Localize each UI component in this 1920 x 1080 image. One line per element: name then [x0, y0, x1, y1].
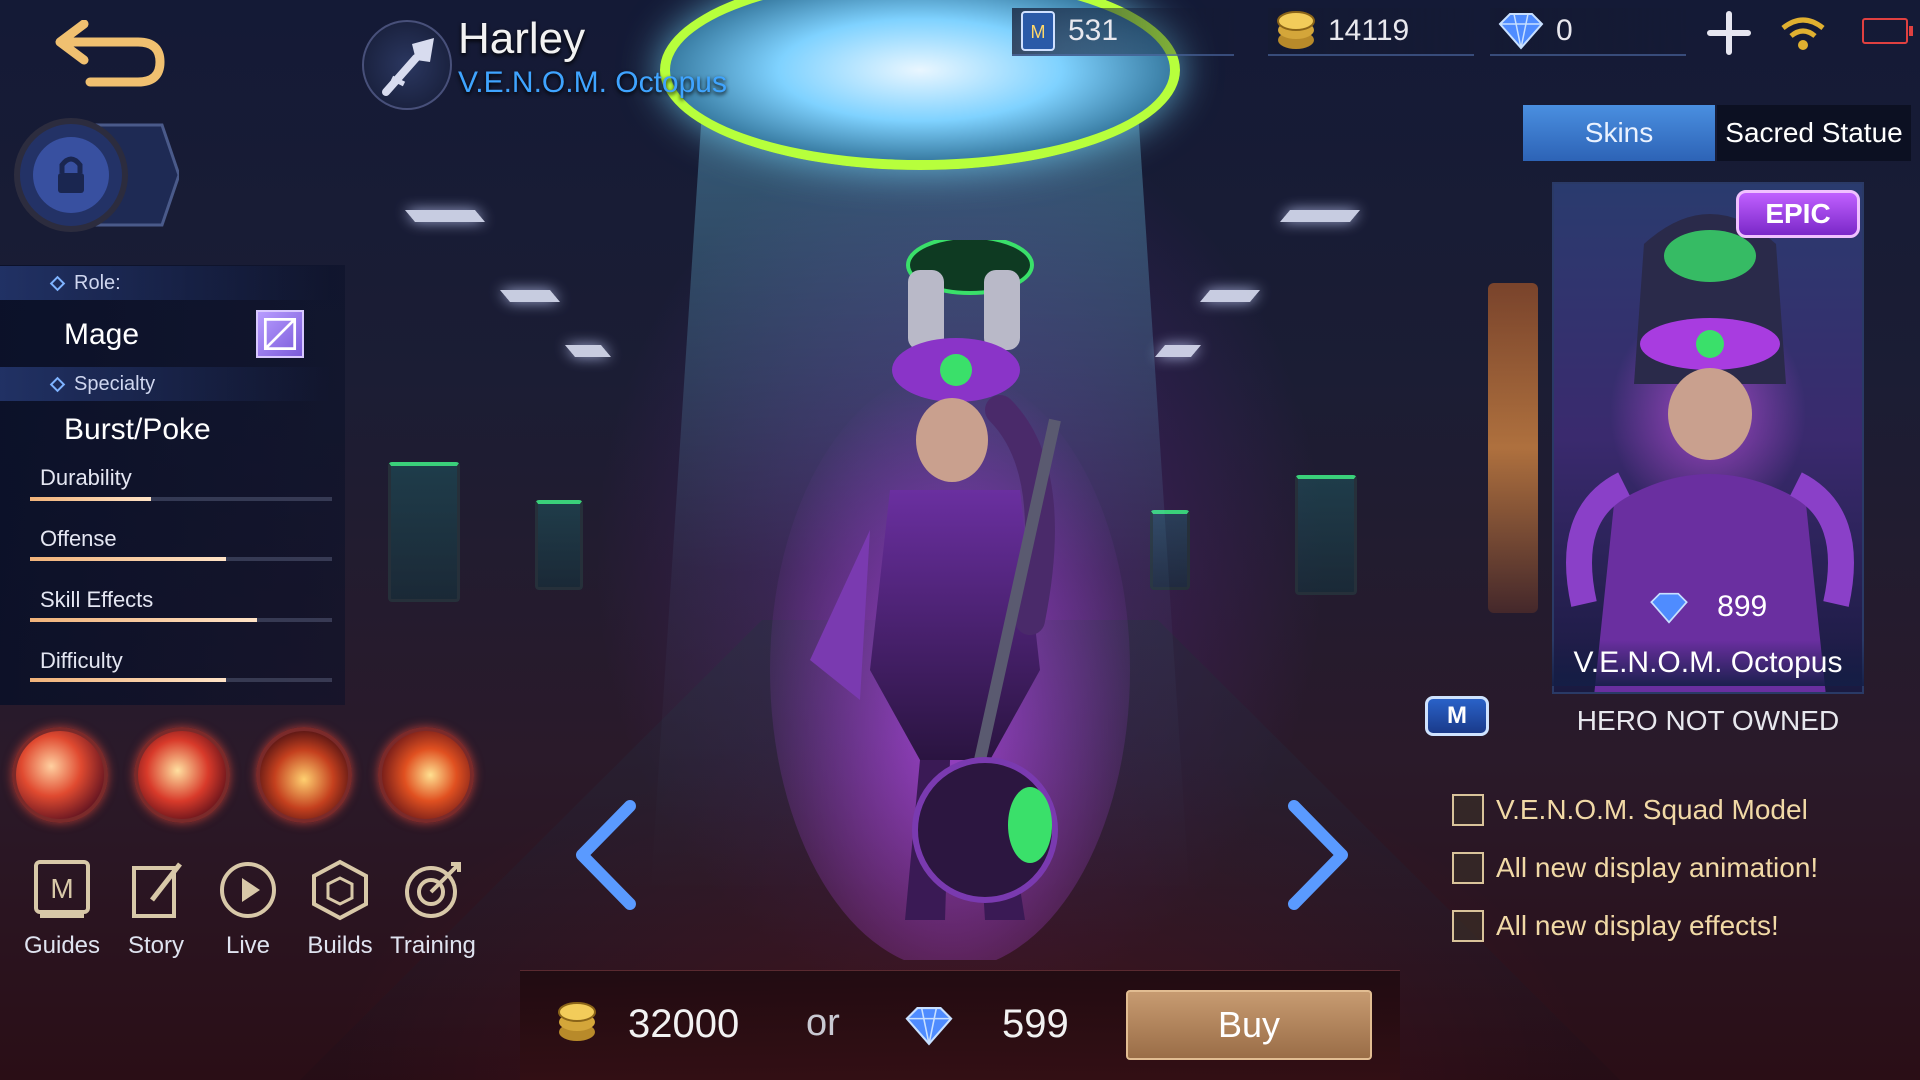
specimen-pod — [535, 500, 583, 590]
skin-card-name: V.E.N.O.M. Octopus — [1552, 640, 1864, 686]
builds-button[interactable]: Builds — [292, 858, 388, 960]
skin-price-value: 899 — [1717, 590, 1768, 623]
coin-icon — [558, 1002, 596, 1041]
hero-name: Harley — [458, 14, 586, 63]
skill-passive-icon[interactable] — [12, 727, 108, 823]
specimen-pod — [388, 462, 460, 602]
specialty-header: Specialty — [0, 367, 330, 401]
top-up-button[interactable] — [1704, 8, 1754, 58]
stat-fill — [30, 618, 257, 622]
guides-label: Guides — [23, 932, 101, 959]
skin-price: 899 — [1552, 590, 1864, 624]
mage-staff-icon — [382, 38, 434, 96]
m-series-badge: M — [1425, 696, 1489, 736]
previous-skin-arrow[interactable] — [568, 800, 648, 910]
model-icon — [1452, 794, 1484, 826]
training-icon — [405, 862, 461, 918]
epic-badge: EPIC — [1736, 190, 1860, 238]
builds-icon — [312, 859, 368, 921]
emblem-slot-locked[interactable] — [14, 115, 179, 235]
live-button[interactable]: Live — [200, 858, 296, 960]
back-button[interactable] — [50, 20, 170, 90]
specimen-pod — [1295, 475, 1357, 595]
stat-skill-effects-label: Skill Effects — [40, 587, 154, 612]
stat-fill — [30, 678, 227, 682]
battle-points-count: 14119 — [1328, 14, 1410, 47]
diamond-bullet-icon — [49, 376, 66, 392]
ticket-counter: M 531 — [1012, 8, 1234, 56]
diamond-icon — [905, 1007, 953, 1046]
diamond-price: 599 — [1002, 1002, 1069, 1046]
diamond-counter: 0 — [1490, 8, 1686, 56]
stat-difficulty-bar — [30, 678, 332, 682]
story-button[interactable]: Story — [108, 858, 204, 960]
feature-text: All new display effects! — [1496, 910, 1779, 941]
skill-ultimate-icon[interactable] — [378, 727, 474, 823]
ceiling-light — [1279, 210, 1361, 222]
diamond-icon — [1498, 13, 1544, 50]
skill-1-icon[interactable] — [134, 727, 230, 823]
mage-role-icon — [256, 310, 304, 358]
stat-offense-label: Offense — [40, 526, 117, 551]
guides-button[interactable]: M Guides — [14, 858, 110, 960]
story-icon — [132, 862, 182, 918]
adjacent-skin-card[interactable] — [1488, 283, 1538, 613]
stat-skill-effects-bar — [30, 618, 332, 622]
battery-icon — [1862, 18, 1913, 44]
diamond-icon — [1649, 592, 1688, 624]
role-value: Mage — [64, 318, 140, 351]
coin-icon — [1277, 11, 1315, 49]
stat-difficulty-label: Difficulty — [40, 648, 123, 673]
ticket-icon: M — [1021, 11, 1055, 51]
training-button[interactable]: Training — [385, 858, 481, 960]
training-label: Training — [390, 932, 476, 959]
effects-icon — [1452, 910, 1484, 942]
hero-class-icon — [362, 20, 452, 110]
tab-skins[interactable]: Skins — [1523, 105, 1715, 161]
svg-text:M: M — [50, 873, 73, 904]
stat-durability-label: Durability — [40, 465, 132, 490]
role-header: Role: — [0, 266, 330, 300]
feature-text: All new display animation! — [1496, 852, 1819, 883]
feature-item: All new display animation! — [1452, 851, 1818, 885]
live-label: Live — [225, 932, 271, 959]
diamond-count: 0 — [1556, 14, 1573, 47]
diamond-bullet-icon — [49, 275, 66, 291]
ceiling-light — [499, 290, 561, 302]
or-separator: or — [806, 1002, 840, 1044]
story-label: Story — [127, 932, 184, 959]
skin-subtitle: V.E.N.O.M. Octopus — [458, 66, 727, 99]
ceiling-light — [1199, 290, 1261, 302]
buy-button[interactable]: Buy — [1126, 990, 1372, 1060]
wifi-icon — [1781, 17, 1825, 50]
svg-text:M: M — [1031, 22, 1046, 42]
ticket-count: 531 — [1068, 14, 1119, 47]
ceiling-light — [404, 210, 486, 222]
next-skin-arrow[interactable] — [1276, 800, 1356, 910]
live-icon — [220, 862, 276, 918]
builds-label: Builds — [307, 932, 373, 959]
skill-2-icon[interactable] — [256, 727, 352, 823]
feature-item: All new display effects! — [1452, 909, 1779, 943]
stat-offense-bar — [30, 557, 332, 561]
specialty-value: Burst/Poke — [64, 413, 211, 446]
animation-icon — [1452, 852, 1484, 884]
stat-fill — [30, 497, 151, 501]
tab-sacred-statue[interactable]: Sacred Statue — [1717, 105, 1911, 161]
battle-points-counter: 14119 — [1268, 8, 1474, 56]
ownership-status: HERO NOT OWNED — [1576, 705, 1840, 736]
feature-item: V.E.N.O.M. Squad Model — [1452, 793, 1808, 827]
stat-fill — [30, 557, 227, 561]
guides-icon: M — [34, 860, 90, 918]
stat-durability-bar — [30, 497, 332, 501]
feature-text: V.E.N.O.M. Squad Model — [1496, 794, 1808, 825]
hero-model — [770, 240, 1130, 960]
battle-points-price: 32000 — [628, 1002, 740, 1046]
